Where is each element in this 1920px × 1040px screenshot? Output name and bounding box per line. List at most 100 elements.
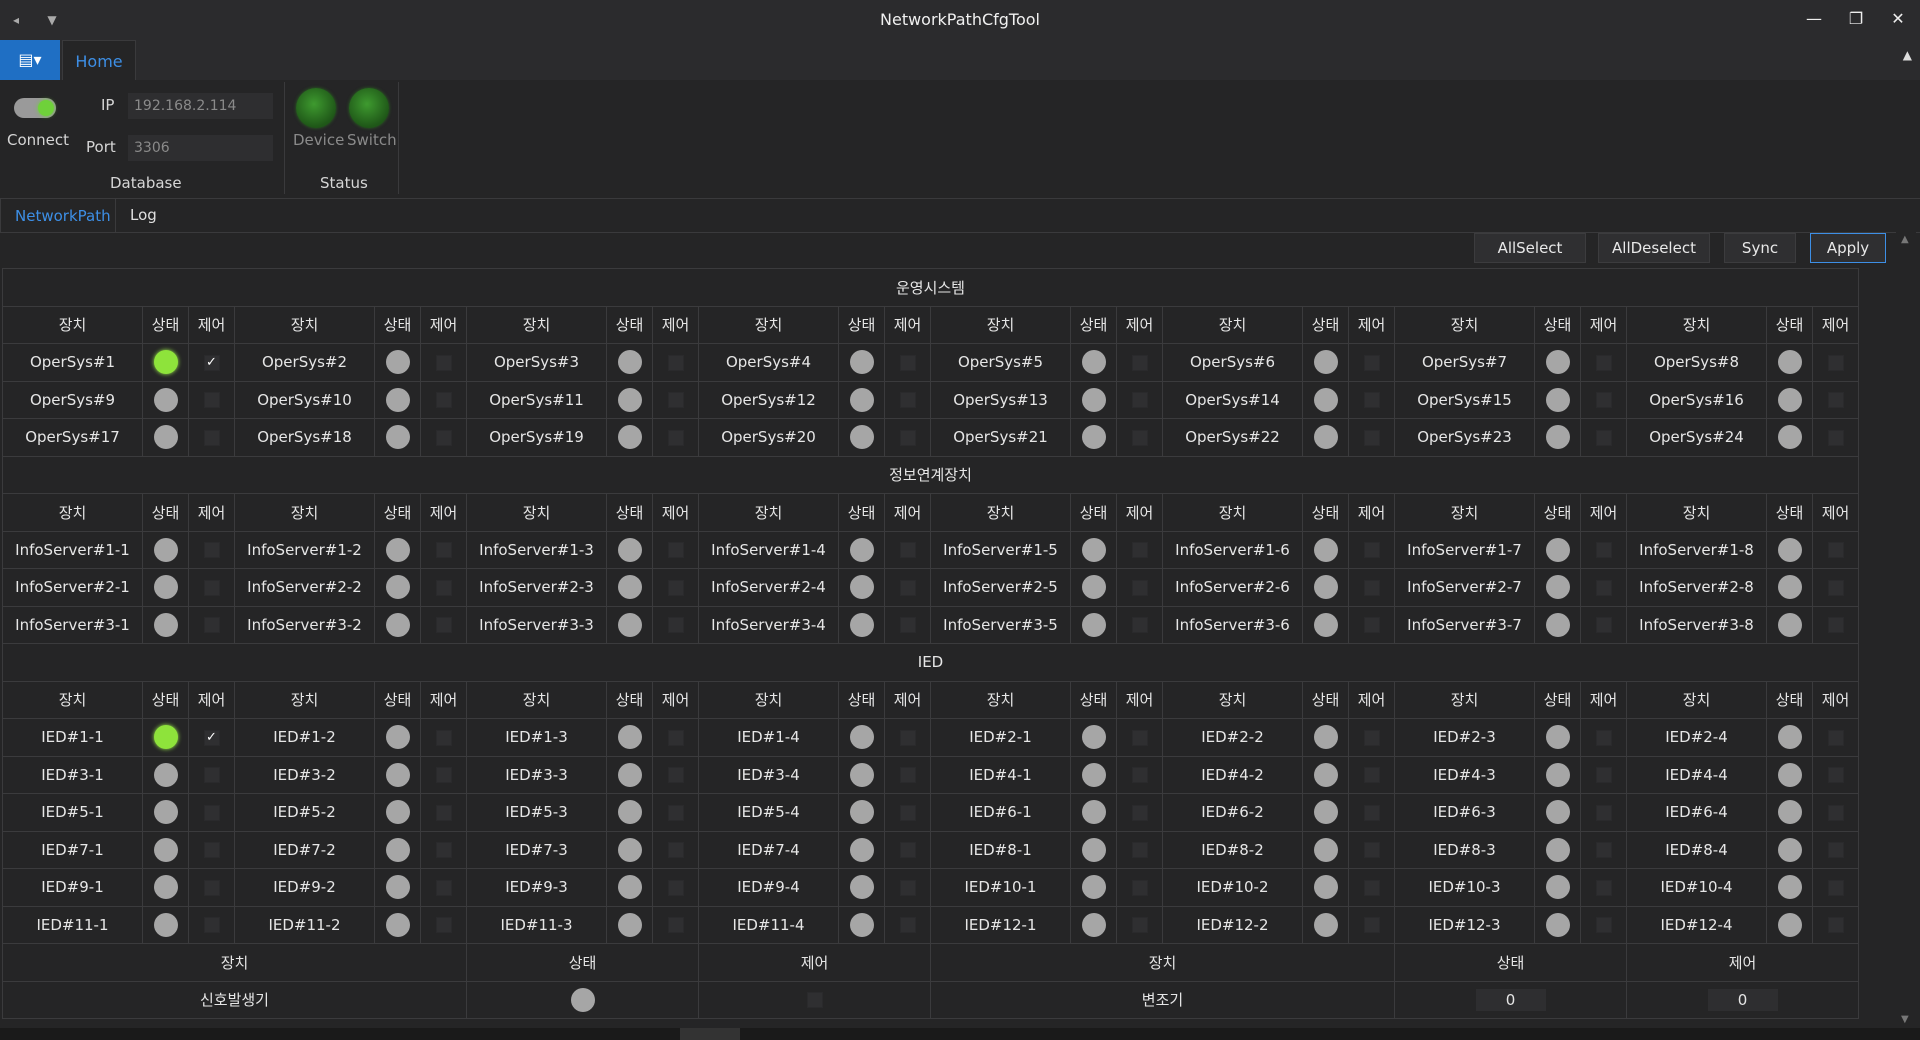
control-checkbox[interactable] (1131, 879, 1148, 896)
tab-networkpath[interactable]: NetworkPath (0, 198, 116, 232)
control-checkbox[interactable] (1363, 617, 1380, 634)
vertical-scrollbar[interactable]: ▲ ▼ (1896, 232, 1916, 1027)
control-checkbox[interactable] (203, 804, 220, 821)
control-checkbox[interactable] (806, 992, 823, 1009)
control-checkbox[interactable] (1363, 729, 1380, 746)
tab-home[interactable]: Home (62, 40, 136, 80)
control-checkbox[interactable] (667, 354, 684, 371)
control-checkbox[interactable] (203, 579, 220, 596)
control-checkbox[interactable]: ✓ (203, 354, 220, 371)
control-checkbox[interactable] (1827, 617, 1844, 634)
modulator-status-value[interactable]: 0 (1475, 988, 1546, 1011)
control-checkbox[interactable] (1827, 392, 1844, 409)
control-checkbox[interactable] (203, 542, 220, 559)
control-checkbox[interactable] (667, 542, 684, 559)
control-checkbox[interactable] (667, 842, 684, 859)
control-checkbox[interactable] (1363, 804, 1380, 821)
alldeselect-button[interactable]: AllDeselect (1598, 233, 1710, 263)
control-checkbox[interactable] (1595, 579, 1612, 596)
apply-button[interactable]: Apply (1810, 233, 1886, 263)
scroll-up-icon[interactable]: ▲ (1901, 234, 1909, 245)
control-checkbox[interactable] (1131, 579, 1148, 596)
control-checkbox[interactable] (1363, 767, 1380, 784)
control-checkbox[interactable] (1595, 617, 1612, 634)
control-checkbox[interactable] (899, 392, 916, 409)
control-checkbox[interactable] (1363, 842, 1380, 859)
ip-field[interactable]: 192.168.2.114 (128, 93, 273, 119)
control-checkbox[interactable] (435, 392, 452, 409)
control-checkbox[interactable] (899, 729, 916, 746)
control-checkbox[interactable] (435, 729, 452, 746)
control-checkbox[interactable] (435, 842, 452, 859)
control-checkbox[interactable] (667, 729, 684, 746)
control-checkbox[interactable] (203, 429, 220, 446)
control-checkbox[interactable] (667, 429, 684, 446)
control-checkbox[interactable] (1595, 879, 1612, 896)
scroll-down-icon[interactable]: ▼ (1901, 1014, 1909, 1025)
control-checkbox[interactable] (1595, 767, 1612, 784)
control-checkbox[interactable] (1131, 392, 1148, 409)
control-checkbox[interactable] (1595, 392, 1612, 409)
control-checkbox[interactable] (1363, 542, 1380, 559)
sync-button[interactable]: Sync (1724, 233, 1796, 263)
control-checkbox[interactable] (1827, 842, 1844, 859)
control-checkbox[interactable] (435, 579, 452, 596)
control-checkbox[interactable] (1363, 354, 1380, 371)
control-checkbox[interactable] (203, 879, 220, 896)
allselect-button[interactable]: AllSelect (1474, 233, 1586, 263)
control-checkbox[interactable] (435, 429, 452, 446)
control-checkbox[interactable] (1827, 917, 1844, 934)
control-checkbox[interactable] (435, 917, 452, 934)
control-checkbox[interactable] (1595, 354, 1612, 371)
control-checkbox[interactable] (1595, 917, 1612, 934)
control-checkbox[interactable] (1131, 804, 1148, 821)
control-checkbox[interactable] (203, 392, 220, 409)
control-checkbox[interactable] (1595, 729, 1612, 746)
control-checkbox[interactable] (899, 767, 916, 784)
control-checkbox[interactable] (1595, 429, 1612, 446)
control-checkbox[interactable] (1827, 429, 1844, 446)
control-checkbox[interactable] (203, 767, 220, 784)
control-checkbox[interactable] (899, 842, 916, 859)
connect-toggle[interactable] (14, 98, 56, 118)
control-checkbox[interactable] (435, 617, 452, 634)
control-checkbox[interactable] (1827, 804, 1844, 821)
control-checkbox[interactable] (1827, 767, 1844, 784)
close-icon[interactable]: ✕ (1878, 4, 1918, 34)
port-field[interactable]: 3306 (128, 135, 273, 161)
control-checkbox[interactable] (1131, 354, 1148, 371)
control-checkbox[interactable] (1595, 842, 1612, 859)
control-checkbox[interactable] (203, 917, 220, 934)
control-checkbox[interactable] (899, 542, 916, 559)
control-checkbox[interactable] (1363, 879, 1380, 896)
control-checkbox[interactable] (435, 767, 452, 784)
control-checkbox[interactable] (1131, 429, 1148, 446)
control-checkbox[interactable] (667, 917, 684, 934)
control-checkbox[interactable] (1131, 767, 1148, 784)
control-checkbox[interactable] (1131, 842, 1148, 859)
control-checkbox[interactable] (435, 879, 452, 896)
control-checkbox[interactable] (899, 617, 916, 634)
control-checkbox[interactable] (1363, 392, 1380, 409)
control-checkbox[interactable] (435, 542, 452, 559)
control-checkbox[interactable] (1827, 354, 1844, 371)
control-checkbox[interactable] (435, 354, 452, 371)
control-checkbox[interactable] (1131, 617, 1148, 634)
collapse-ribbon-icon[interactable]: ▲ (1903, 48, 1912, 62)
control-checkbox[interactable] (899, 579, 916, 596)
scroll-thumb[interactable] (680, 1028, 740, 1040)
control-checkbox[interactable] (203, 617, 220, 634)
control-checkbox[interactable] (899, 917, 916, 934)
control-checkbox[interactable] (1131, 542, 1148, 559)
control-checkbox[interactable] (1827, 542, 1844, 559)
minimize-icon[interactable]: — (1794, 4, 1834, 34)
control-checkbox[interactable] (667, 804, 684, 821)
control-checkbox[interactable] (899, 804, 916, 821)
control-checkbox[interactable] (1827, 579, 1844, 596)
control-checkbox[interactable] (899, 429, 916, 446)
control-checkbox[interactable] (1131, 917, 1148, 934)
control-checkbox[interactable] (667, 392, 684, 409)
control-checkbox[interactable] (203, 842, 220, 859)
control-checkbox[interactable]: ✓ (203, 729, 220, 746)
control-checkbox[interactable] (1363, 579, 1380, 596)
